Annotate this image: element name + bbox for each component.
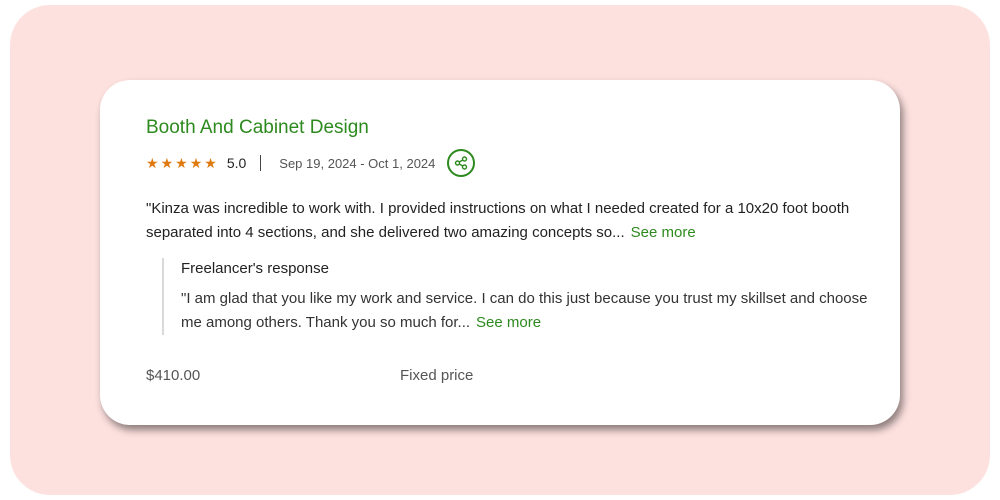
star-icon: ★ bbox=[146, 154, 159, 171]
response-text: "I am glad that you like my work and ser… bbox=[181, 287, 881, 335]
star-icon: ★ bbox=[175, 154, 188, 171]
review-body: "Kinza was incredible to work with. I pr… bbox=[146, 200, 850, 241]
star-rating: ★ ★ ★ ★ ★ bbox=[146, 155, 217, 172]
date-range: Sep 19, 2024 - Oct 1, 2024 bbox=[279, 155, 436, 171]
share-icon bbox=[455, 156, 468, 170]
freelancer-response: Freelancer's response "I am glad that yo… bbox=[162, 258, 881, 335]
star-icon: ★ bbox=[204, 154, 217, 171]
star-icon: ★ bbox=[189, 154, 203, 171]
price: $410.00 bbox=[146, 367, 201, 384]
price-type: Fixed price bbox=[400, 367, 474, 384]
review-meta: ★ ★ ★ ★ ★ 5.0 Sep 19, 2024 - Oct 1, 2024 bbox=[146, 148, 476, 178]
share-button[interactable] bbox=[447, 149, 476, 177]
see-more-link[interactable]: See more bbox=[631, 224, 696, 241]
response-title: Freelancer's response bbox=[181, 260, 329, 277]
star-icon: ★ bbox=[160, 154, 174, 171]
review-text: "Kinza was incredible to work with. I pr… bbox=[146, 197, 876, 245]
rating-value: 5.0 bbox=[226, 155, 247, 171]
divider bbox=[260, 155, 262, 171]
project-title[interactable]: Booth And Cabinet Design bbox=[146, 117, 369, 139]
review-card: Booth And Cabinet Design ★ ★ ★ ★ ★ 5.0 S… bbox=[100, 80, 900, 425]
response-see-more-link[interactable]: See more bbox=[476, 314, 541, 331]
